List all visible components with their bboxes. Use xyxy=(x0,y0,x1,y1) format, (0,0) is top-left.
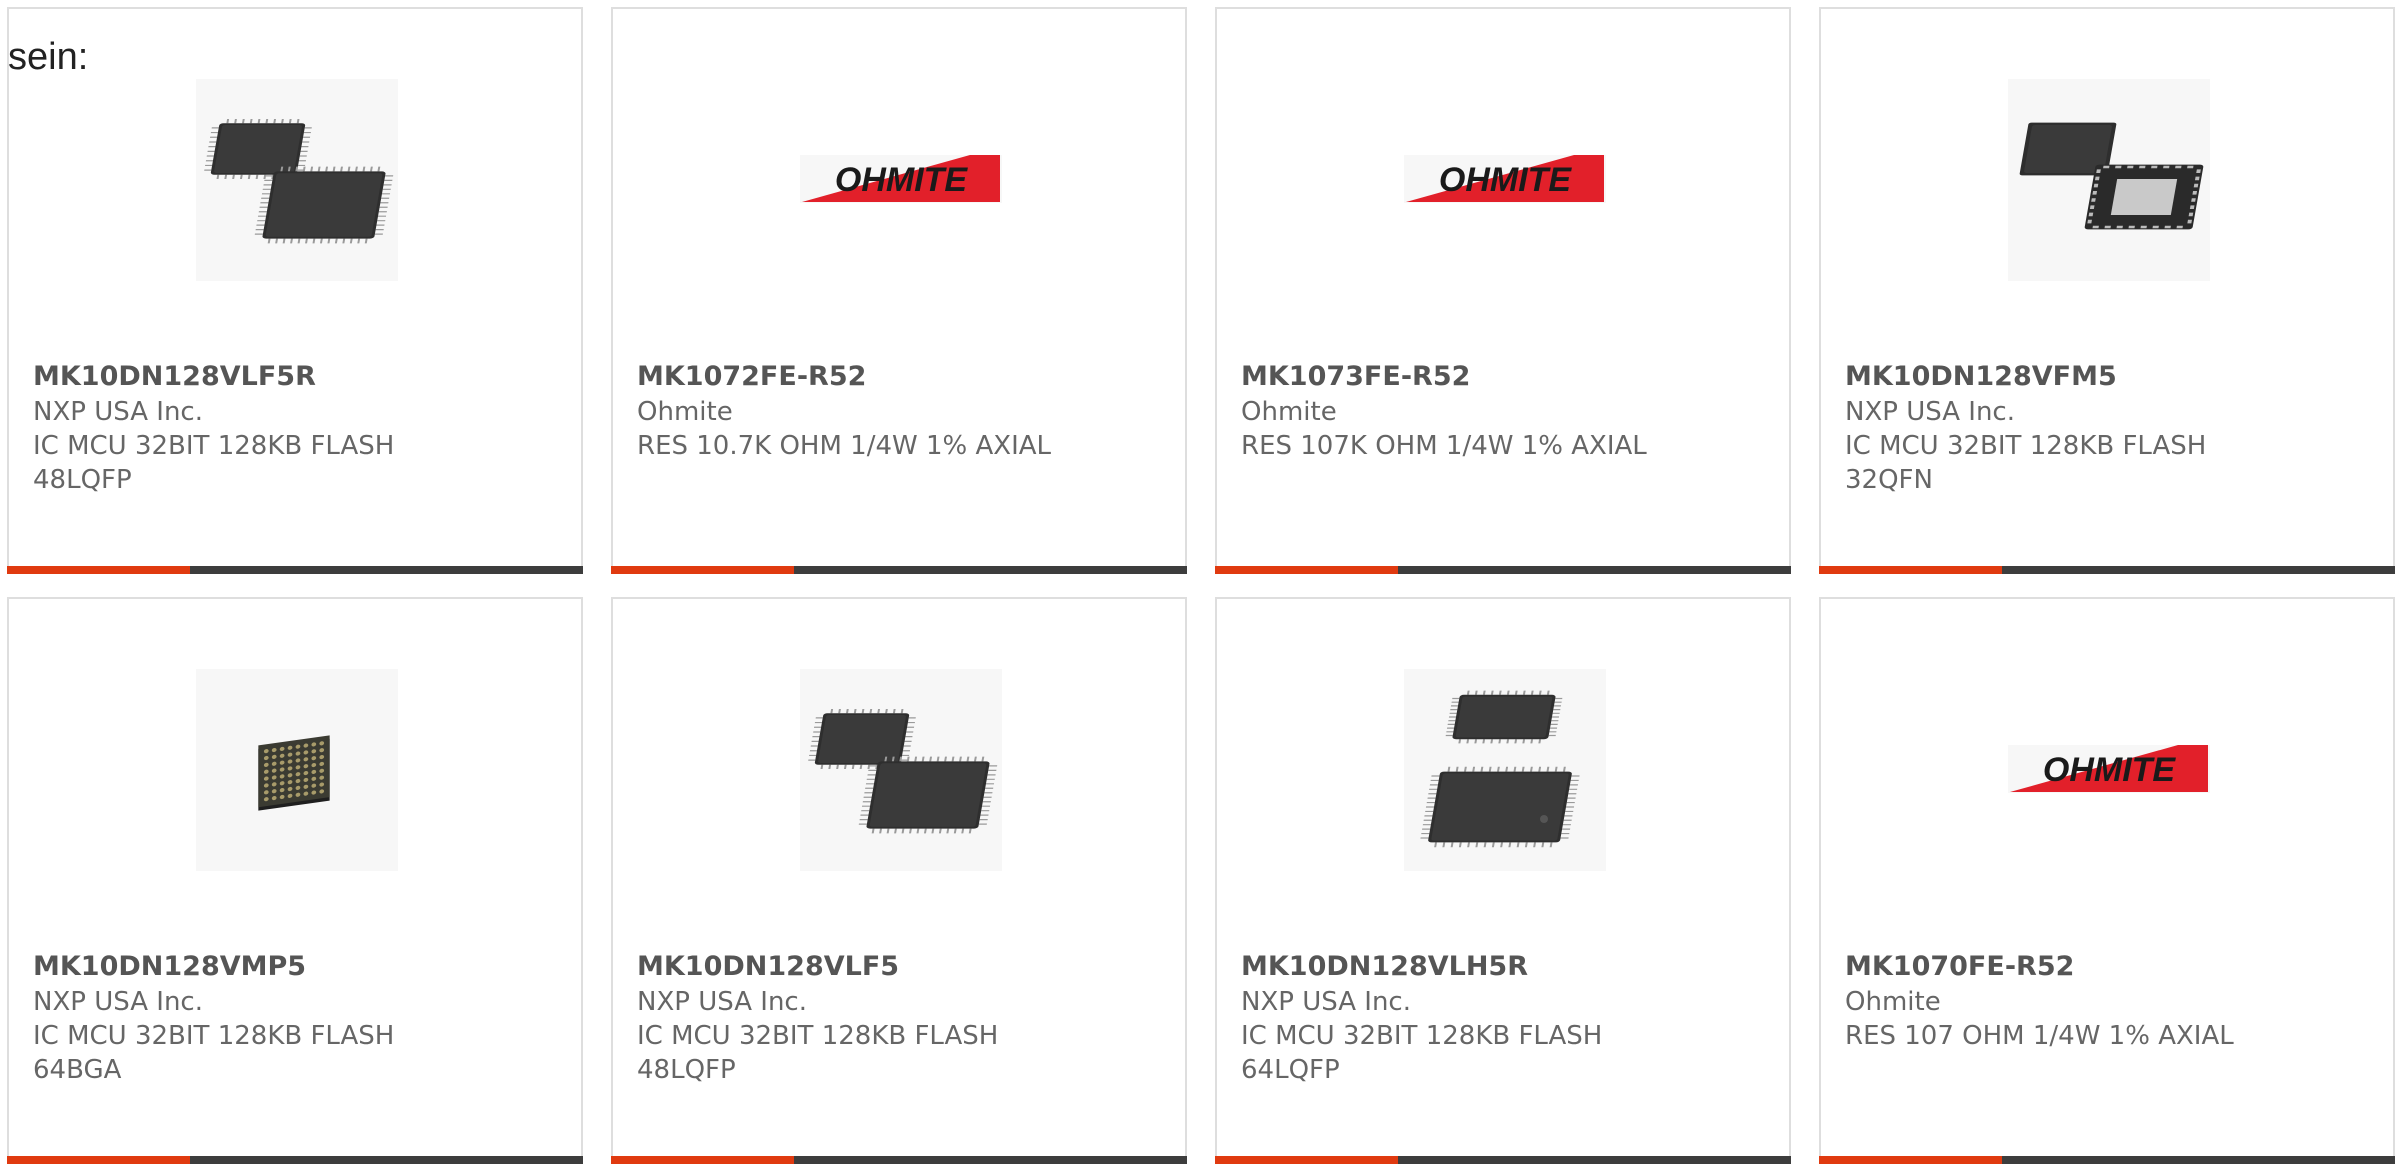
card-footer-accent xyxy=(611,566,794,574)
card-footer-accent xyxy=(7,566,190,574)
ohmite-logo-text: OHMITE xyxy=(835,161,969,199)
card-footer-bar xyxy=(1215,566,1791,574)
card-footer-accent xyxy=(1215,566,1398,574)
card-footer-bar xyxy=(1819,1156,2395,1164)
part-number[interactable]: MK10DN128VLF5 xyxy=(637,951,899,982)
card-footer-accent xyxy=(611,1156,794,1164)
manufacturer-name: NXP USA Inc. xyxy=(637,987,807,1017)
card-footer-accent xyxy=(1215,1156,1398,1164)
part-number[interactable]: MK10DN128VMP5 xyxy=(33,951,306,982)
product-card-mk1070fe-r52[interactable]: OHMITE MK1070FE-R52 Ohmite RES 107 OHM 1… xyxy=(1819,597,2395,1164)
card-footer-bar xyxy=(611,1156,1187,1164)
card-footer-accent xyxy=(7,1156,190,1164)
product-description: IC MCU 32BIT 128KB FLASH 48LQFP xyxy=(33,431,395,495)
manufacturer-name: Ohmite xyxy=(637,397,733,427)
product-card-mk10dn128vlh5r[interactable]: MK10DN128VLH5R NXP USA Inc. IC MCU 32BIT… xyxy=(1215,597,1791,1164)
product-card-mk10dn128vfm5[interactable]: MK10DN128VFM5 NXP USA Inc. IC MCU 32BIT … xyxy=(1819,7,2395,574)
part-number[interactable]: MK1073FE-R52 xyxy=(1241,361,1470,392)
product-card-mk10dn128vlf5r[interactable]: MK10DN128VLF5R NXP USA Inc. IC MCU 32BIT… xyxy=(7,7,583,574)
qfn-chip-pair-icon[interactable] xyxy=(2008,79,2210,281)
ohmite-logo[interactable]: OHMITE xyxy=(800,79,1002,281)
manufacturer-name: NXP USA Inc. xyxy=(1241,987,1411,1017)
ohmite-logo[interactable]: OHMITE xyxy=(1404,79,1606,281)
manufacturer-name: NXP USA Inc. xyxy=(1845,397,2015,427)
product-description: RES 107 OHM 1/4W 1% AXIAL xyxy=(1845,1021,2234,1051)
card-footer-bar xyxy=(7,566,583,574)
lqfp-chip-pair-icon[interactable] xyxy=(800,669,1002,871)
product-description: IC MCU 32BIT 128KB FLASH 64BGA xyxy=(33,1021,395,1085)
manufacturer-name: NXP USA Inc. xyxy=(33,987,203,1017)
manufacturer-name: Ohmite xyxy=(1845,987,1941,1017)
lqfp-chip-stack-icon[interactable] xyxy=(1404,669,1606,871)
product-card-mk1072fe-r52[interactable]: OHMITE MK1072FE-R52 Ohmite RES 10.7K OHM… xyxy=(611,7,1187,574)
product-description: IC MCU 32BIT 128KB FLASH 48LQFP xyxy=(637,1021,999,1085)
product-card-mk10dn128vlf5[interactable]: MK10DN128VLF5 NXP USA Inc. IC MCU 32BIT … xyxy=(611,597,1187,1164)
part-number[interactable]: MK1070FE-R52 xyxy=(1845,951,2074,982)
card-footer-bar xyxy=(1215,1156,1791,1164)
card-footer-bar xyxy=(611,566,1187,574)
product-description: IC MCU 32BIT 128KB FLASH 32QFN xyxy=(1845,431,2207,495)
part-number[interactable]: MK10DN128VLF5R xyxy=(33,361,316,392)
card-footer-accent xyxy=(1819,1156,2002,1164)
part-number[interactable]: MK10DN128VFM5 xyxy=(1845,361,2117,392)
ohmite-logo[interactable]: OHMITE xyxy=(2008,669,2210,871)
card-footer-bar xyxy=(7,1156,583,1164)
ohmite-logo-text: OHMITE xyxy=(1439,161,1573,199)
ohmite-logo-text: OHMITE xyxy=(2043,751,2177,789)
card-footer-accent xyxy=(1819,566,2002,574)
product-description: RES 107K OHM 1/4W 1% AXIAL xyxy=(1241,431,1647,461)
part-number[interactable]: MK10DN128VLH5R xyxy=(1241,951,1528,982)
manufacturer-name: NXP USA Inc. xyxy=(33,397,203,427)
product-card-mk10dn128vmp5[interactable]: MK10DN128VMP5 NXP USA Inc. IC MCU 32BIT … xyxy=(7,597,583,1164)
part-number[interactable]: MK1072FE-R52 xyxy=(637,361,866,392)
intro-text: sein: xyxy=(8,36,89,78)
manufacturer-name: Ohmite xyxy=(1241,397,1337,427)
card-footer-bar xyxy=(1819,566,2395,574)
product-description: IC MCU 32BIT 128KB FLASH 64LQFP xyxy=(1241,1021,1603,1085)
product-description: RES 10.7K OHM 1/4W 1% AXIAL xyxy=(637,431,1052,461)
product-grid: MK10DN128VLF5R NXP USA Inc. IC MCU 32BIT… xyxy=(0,0,2400,1164)
product-card-mk1073fe-r52[interactable]: OHMITE MK1073FE-R52 Ohmite RES 107K OHM … xyxy=(1215,7,1791,574)
bga-chip-icon[interactable] xyxy=(196,669,398,871)
lqfp-chip-pair-icon[interactable] xyxy=(196,79,398,281)
